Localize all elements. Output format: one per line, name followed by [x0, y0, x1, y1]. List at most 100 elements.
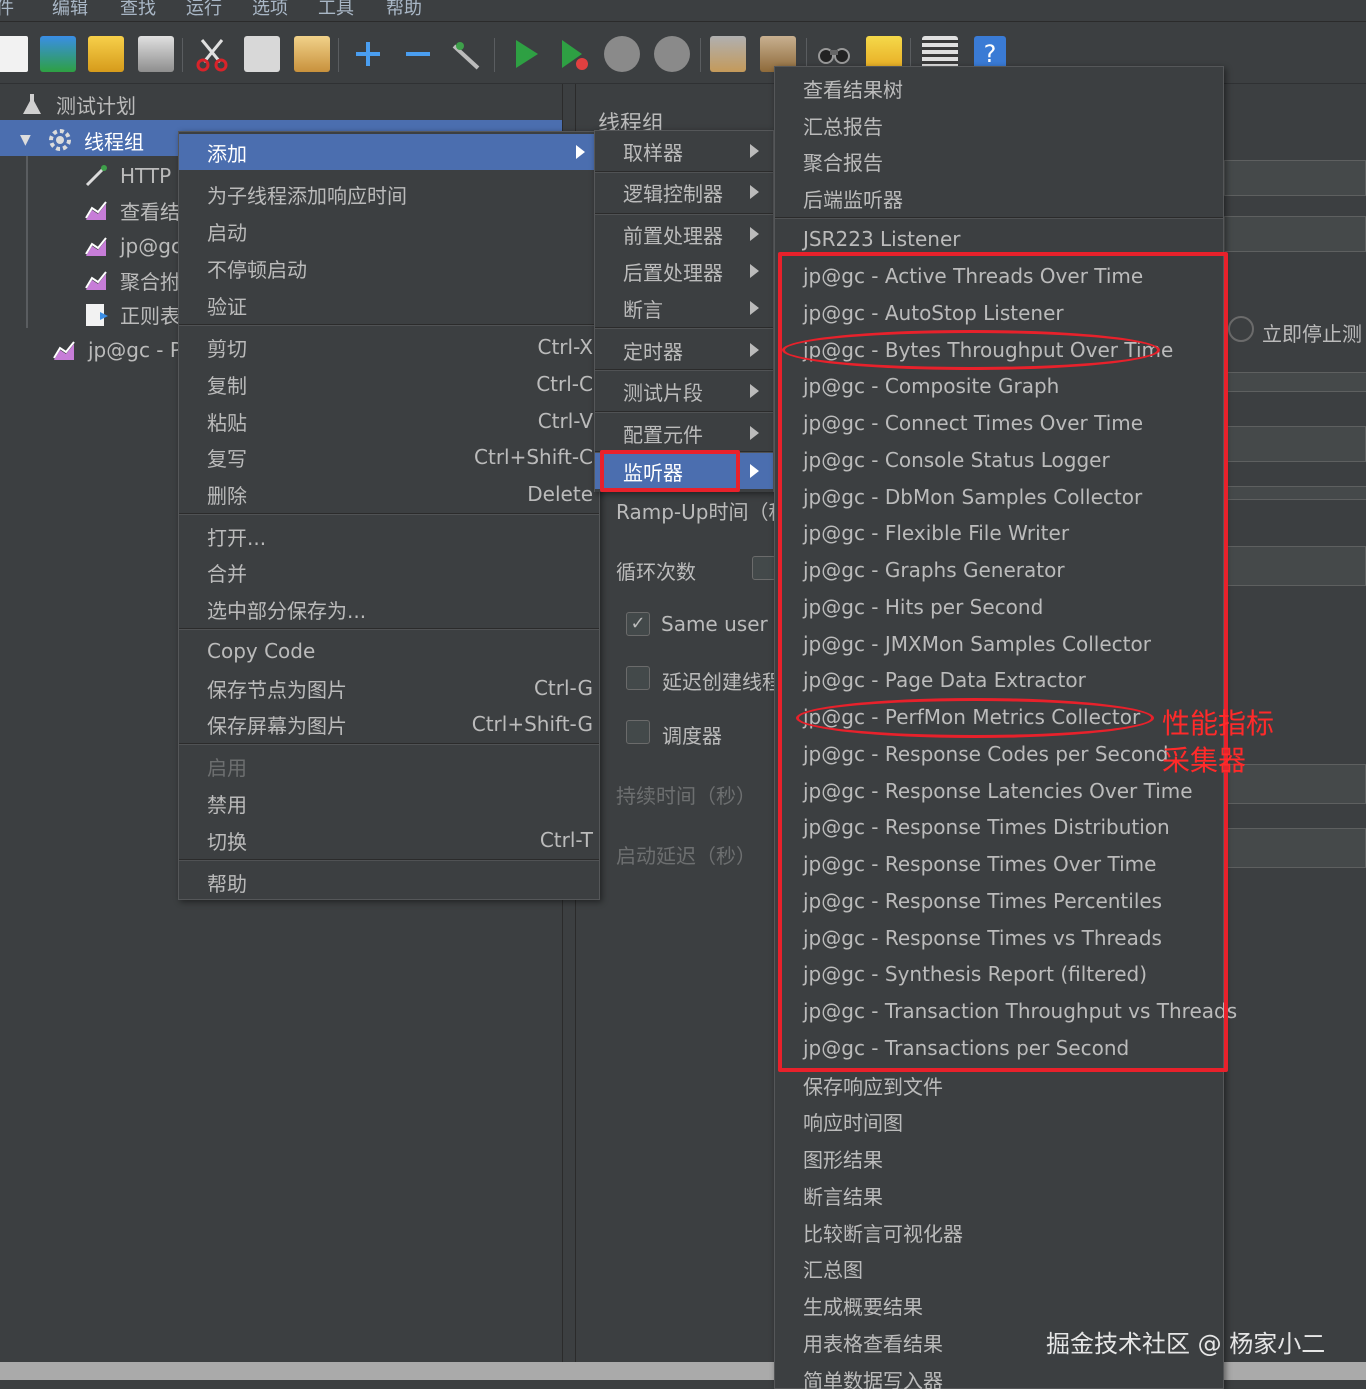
listener-item[interactable]: 后端监听器	[775, 180, 1223, 216]
submenu-arrow-icon	[750, 464, 759, 478]
annotation-text-line2: 采集器	[1162, 744, 1247, 777]
listener-icon	[52, 338, 76, 362]
start-icon[interactable]	[508, 36, 544, 72]
menu-item-save-selection[interactable]: 选中部分保存为...	[179, 591, 599, 627]
tree-item-aggregate[interactable]: 聚合拊	[84, 264, 180, 296]
menu-item-paste[interactable]: 粘贴 Ctrl-V	[179, 403, 599, 439]
tree-item-http[interactable]: HTTP	[84, 160, 171, 192]
listener-item[interactable]: 生成概要结果	[775, 1287, 1223, 1323]
infinite-checkbox[interactable]	[752, 556, 776, 580]
paste-icon[interactable]	[294, 36, 330, 72]
submenu-arrow-icon	[750, 264, 759, 278]
menu-tools[interactable]: 工具	[318, 0, 354, 20]
listener-item[interactable]: 响应时间图	[775, 1103, 1223, 1139]
templates-icon[interactable]	[40, 36, 76, 72]
submenu-item-postprocessor[interactable]: 后置处理器	[595, 253, 773, 289]
menu-item-cut[interactable]: 剪切 Ctrl-X	[179, 329, 599, 365]
tree-item-test-plan[interactable]: 测试计划	[20, 88, 136, 120]
submenu-item-test-fragment[interactable]: 测试片段	[595, 373, 773, 409]
copy-icon[interactable]	[244, 36, 280, 72]
menu-item-validate[interactable]: 验证	[179, 287, 599, 323]
tree-item-thread-group[interactable]: ▼ 线程组	[20, 124, 144, 156]
rampup-field-right[interactable]	[1224, 486, 1366, 500]
menu-run[interactable]: 运行	[186, 0, 222, 20]
submenu-item-timer[interactable]: 定时器	[595, 332, 773, 368]
listener-item[interactable]: 断言结果	[775, 1177, 1223, 1213]
listener-item[interactable]: 查看结果树	[775, 70, 1223, 106]
collapse-icon[interactable]	[400, 36, 436, 72]
listener-item[interactable]: 比较断言可视化器	[775, 1214, 1223, 1250]
start-no-pause-icon[interactable]	[556, 36, 592, 72]
listener-item[interactable]: 保存响应到文件	[775, 1067, 1223, 1103]
tree-item-regex[interactable]: 正则表	[84, 298, 180, 330]
menu-item-duplicate[interactable]: 复写 Ctrl+Shift-C	[179, 439, 599, 475]
menu-item-copy[interactable]: 复制 Ctrl-C	[179, 366, 599, 402]
menu-edit[interactable]: 编辑	[52, 0, 88, 20]
scheduler-label: 调度器	[662, 724, 722, 748]
delay-field-right[interactable]	[1224, 828, 1366, 868]
submenu-item-logic-controller[interactable]: 逻辑控制器	[595, 174, 773, 210]
startup-delay-label: 启动延迟（秒）	[616, 844, 756, 868]
clear-icon[interactable]	[710, 36, 746, 72]
save-icon[interactable]	[138, 36, 174, 72]
menu-item-copy-code[interactable]: Copy Code	[179, 633, 599, 669]
gear-icon	[48, 128, 72, 152]
listener-item[interactable]: 汇总报告	[775, 107, 1223, 143]
listener-item[interactable]: 汇总图	[775, 1250, 1223, 1286]
same-user-checkbox[interactable]: ✓	[626, 612, 650, 636]
listener-item[interactable]: 简单数据写入器	[775, 1361, 1223, 1389]
chevron-down-icon[interactable]: ▼	[20, 132, 36, 148]
tree-item-label: HTTP	[120, 164, 172, 188]
menu-item-save-screen-image[interactable]: 保存屏幕为图片 Ctrl+Shift-G	[179, 706, 599, 742]
listener-item[interactable]: 图形结果	[775, 1140, 1223, 1176]
menu-search[interactable]: 查找	[120, 0, 156, 20]
tree-item-view-results[interactable]: 查看结	[84, 194, 180, 226]
annotation-text-line1: 性能指标	[1162, 707, 1275, 740]
menu-item-toggle[interactable]: 切换 Ctrl-T	[179, 822, 599, 858]
submenu-arrow-icon	[750, 426, 759, 440]
menu-file[interactable]: 件	[0, 0, 14, 20]
submenu-arrow-icon	[750, 227, 759, 241]
menu-item-add[interactable]: 添加	[179, 134, 599, 170]
context-menu: 添加 为子线程添加响应时间 启动 不停顿启动 验证 剪切 Ctrl-X 复制 Ctr…	[178, 131, 600, 900]
submenu-item-preprocessor[interactable]: 前置处理器	[595, 216, 773, 252]
shutdown-icon[interactable]	[654, 36, 690, 72]
name-field[interactable]	[1224, 160, 1366, 196]
open-icon[interactable]	[88, 36, 124, 72]
menu-item-disable[interactable]: 禁用	[179, 785, 599, 821]
menu-item-delete[interactable]: 删除 Delete	[179, 476, 599, 512]
tree-item-label: jp@gc - P	[88, 338, 182, 362]
menu-options[interactable]: 选项	[252, 0, 288, 20]
scheduler-checkbox[interactable]	[626, 720, 650, 744]
listener-item[interactable]: 聚合报告	[775, 143, 1223, 179]
menu-item-save-node-image[interactable]: 保存节点为图片 Ctrl-G	[179, 670, 599, 706]
new-icon[interactable]	[0, 36, 28, 72]
submenu-item-assertion[interactable]: 断言	[595, 290, 773, 326]
stop-now-radio[interactable]	[1228, 316, 1254, 342]
tree-item-jpgc-perfmon[interactable]: jp@gc - P	[52, 334, 182, 366]
loop-count-label: 循环次数	[616, 560, 696, 584]
menubar: 件 编辑 查找 运行 选项 工具 帮助	[0, 0, 1366, 22]
toggle-icon[interactable]	[448, 36, 484, 72]
expand-icon[interactable]	[350, 36, 386, 72]
stop-icon[interactable]	[604, 36, 640, 72]
sampler-icon	[84, 164, 108, 188]
tree-item-jpgc[interactable]: jp@gc	[84, 230, 182, 262]
menu-item-start[interactable]: 启动	[179, 213, 599, 249]
menu-help[interactable]: 帮助	[386, 0, 422, 20]
stop-now-label: 立即停止测	[1262, 322, 1362, 346]
tree-guide-line	[26, 156, 28, 328]
delay-create-checkbox[interactable]	[626, 666, 650, 690]
loop-field-right[interactable]	[1224, 546, 1366, 586]
menu-item-add-think-times[interactable]: 为子线程添加响应时间	[179, 176, 599, 212]
menu-item-help[interactable]: 帮助	[179, 864, 599, 900]
menu-item-start-no-pause[interactable]: 不停顿启动	[179, 250, 599, 286]
comment-field[interactable]	[1224, 216, 1366, 252]
menu-item-open[interactable]: 打开...	[179, 518, 599, 554]
threads-field[interactable]	[1224, 426, 1366, 462]
extractor-icon	[84, 302, 108, 326]
cut-icon[interactable]	[194, 36, 230, 72]
submenu-item-config-element[interactable]: 配置元件	[595, 415, 773, 451]
menu-item-merge[interactable]: 合并	[179, 554, 599, 590]
submenu-item-sampler[interactable]: 取样器	[595, 133, 773, 169]
